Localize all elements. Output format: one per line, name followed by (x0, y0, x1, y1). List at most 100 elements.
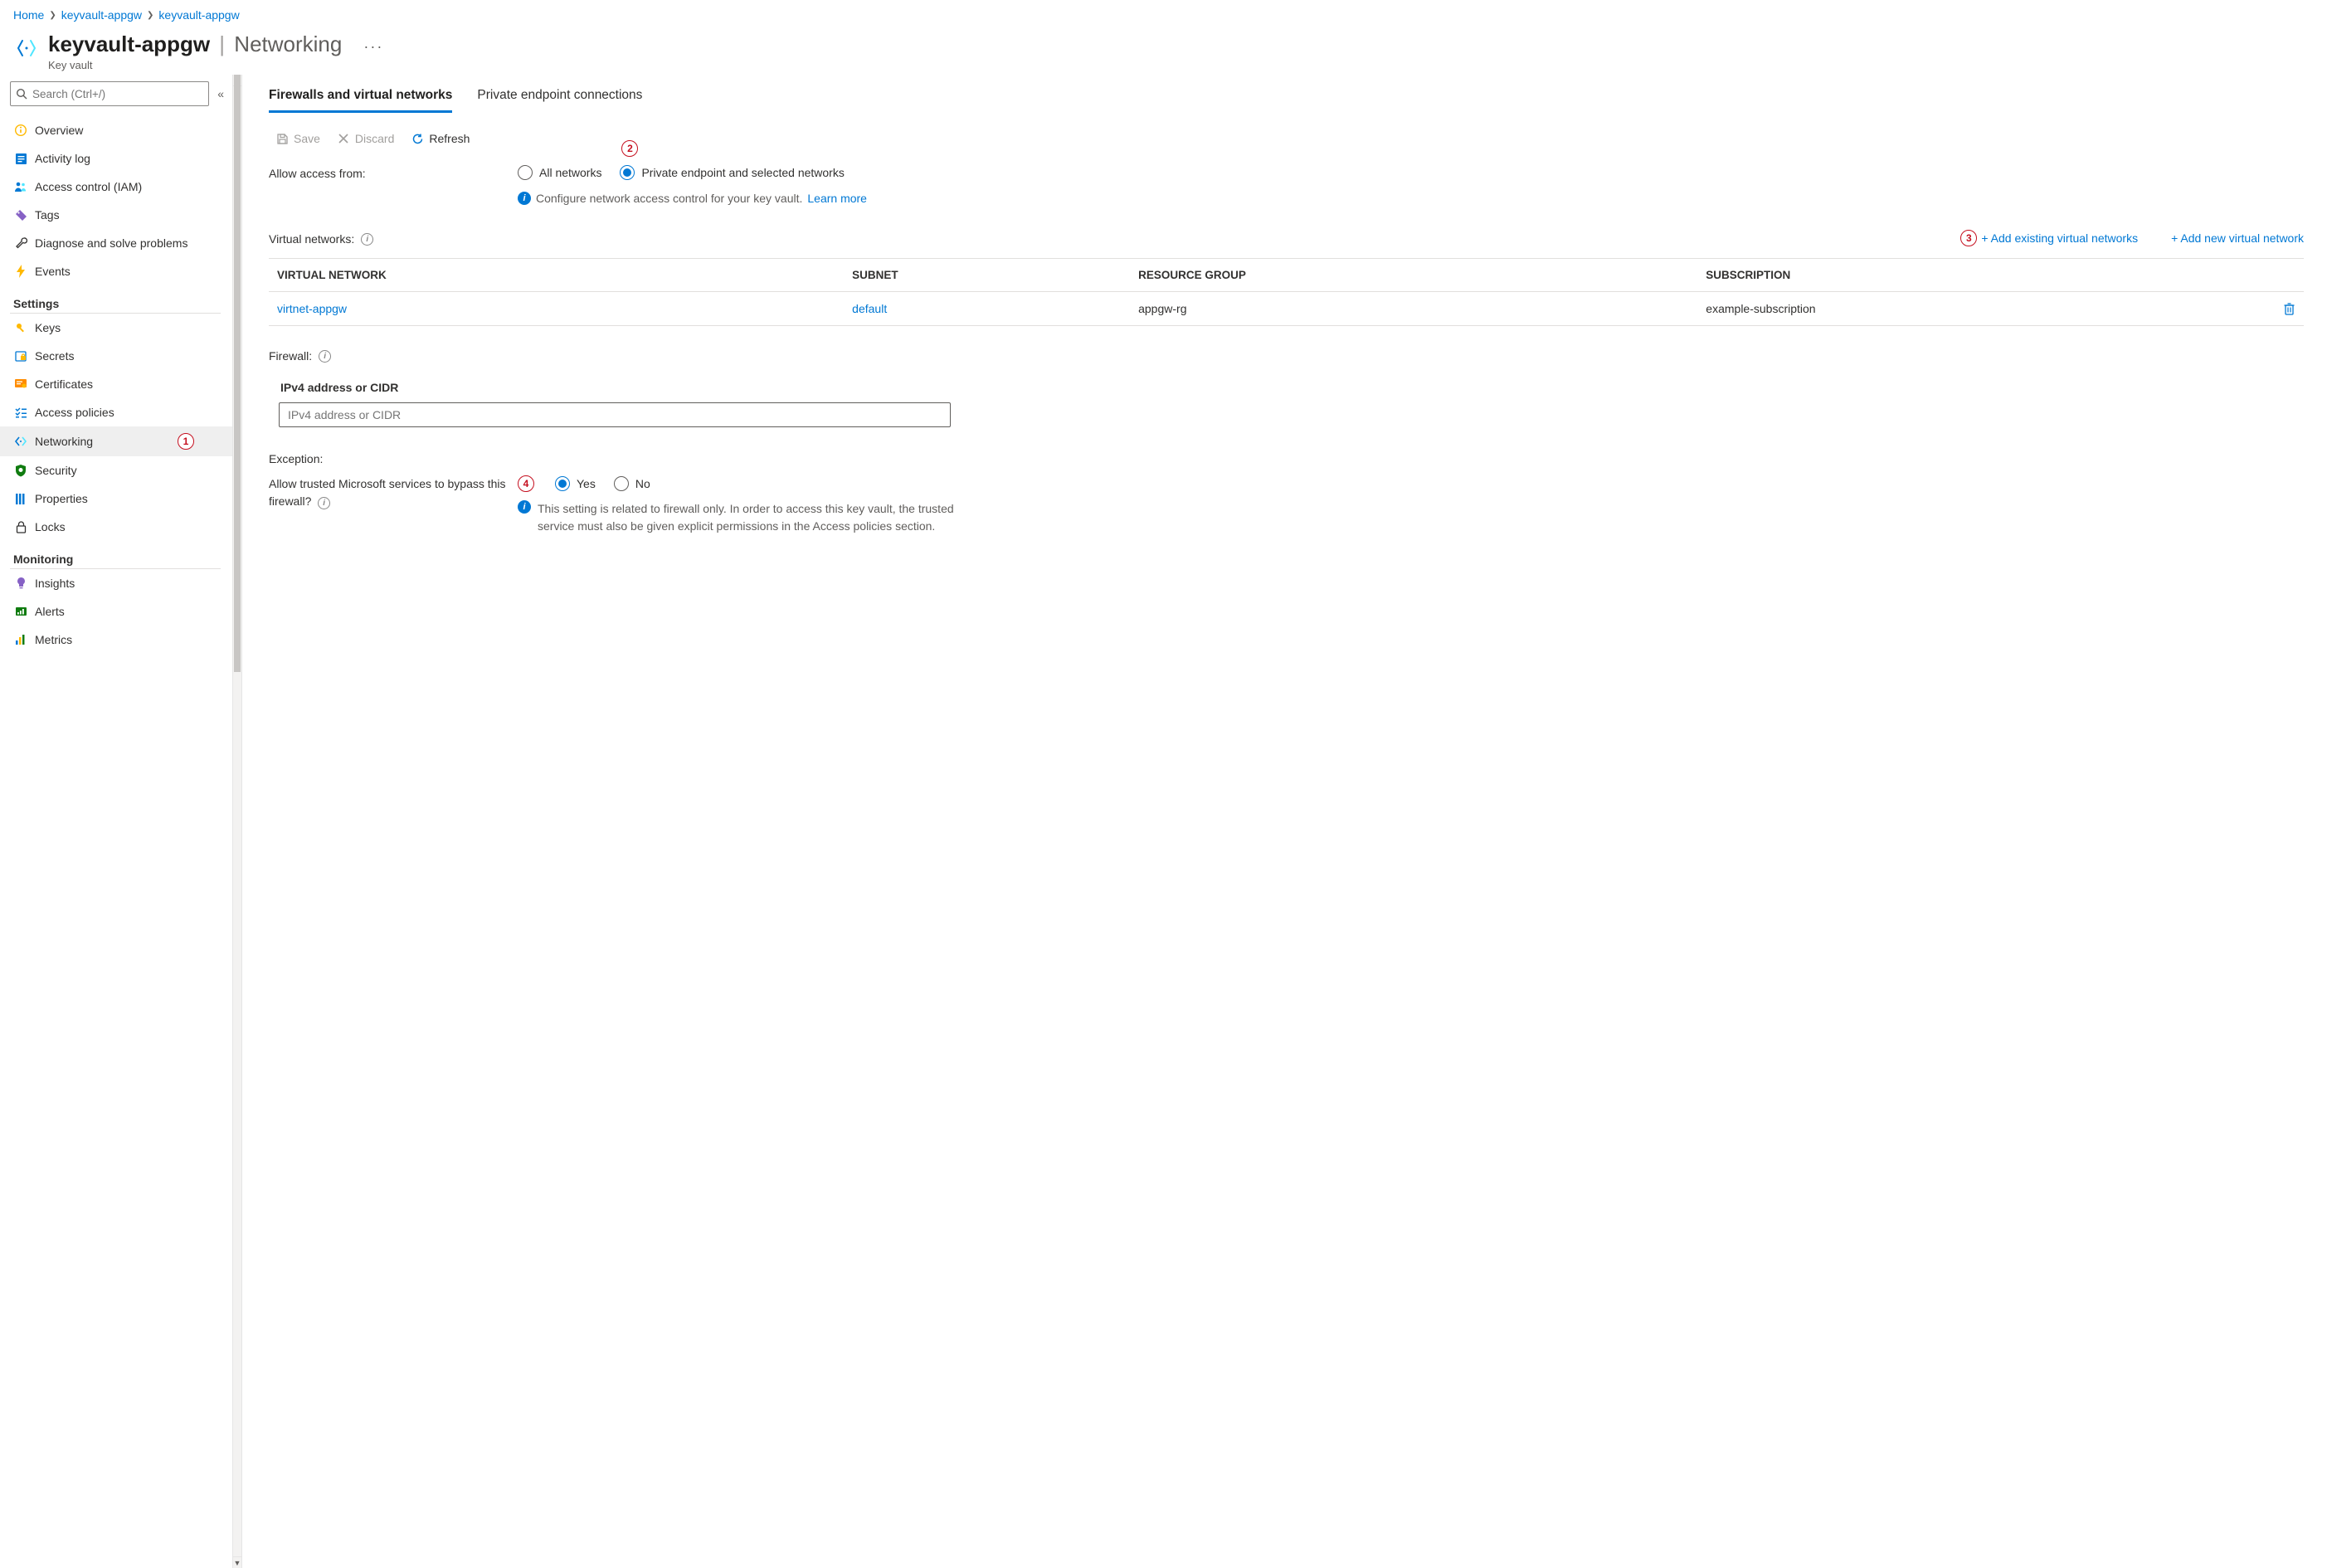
breadcrumb-item-1[interactable]: keyvault-appgw (61, 8, 142, 22)
sidebar-item-insights[interactable]: Insights (0, 569, 232, 597)
sidebar-item-networking[interactable]: Networking 1 (0, 426, 232, 456)
firewall-heading: Firewall: i (269, 349, 2304, 363)
cidr-input[interactable] (279, 402, 951, 427)
sidebar-item-activity-log[interactable]: Activity log (0, 144, 232, 173)
page-title-row: keyvault-appgw | Networking Key vault ··… (0, 27, 2327, 75)
sidebar-item-events[interactable]: Events (0, 257, 232, 285)
radio-icon (555, 476, 570, 491)
collapse-sidebar-button[interactable]: « (217, 87, 224, 100)
sidebar-item-label: Diagnose and solve problems (35, 236, 187, 250)
sidebar-item-diagnose[interactable]: Diagnose and solve problems (0, 229, 232, 257)
refresh-icon (411, 132, 424, 145)
info-circle-icon (13, 123, 28, 138)
breadcrumb: Home ❯ keyvault-appgw ❯ keyvault-appgw (0, 0, 2327, 27)
radio-bypass-yes[interactable]: Yes (555, 476, 596, 491)
sidebar-item-access-policies[interactable]: Access policies (0, 398, 232, 426)
sidebar-item-keys[interactable]: Keys (0, 314, 232, 342)
keyvault-brackets-icon (13, 35, 40, 61)
annotation-4: 4 (518, 475, 534, 492)
more-actions-button[interactable]: ··· (363, 38, 383, 56)
firewall-heading-text: Firewall: (269, 349, 312, 363)
lightning-icon (13, 264, 28, 279)
info-circle-icon[interactable]: i (319, 350, 331, 363)
add-new-vnet-link[interactable]: + Add new virtual network (2171, 231, 2304, 245)
metrics-icon (13, 632, 28, 647)
breadcrumb-home[interactable]: Home (13, 8, 44, 22)
sidebar-item-label: Certificates (35, 377, 93, 391)
sidebar-item-label: Events (35, 265, 71, 278)
main-panel: Firewalls and virtual networks Private e… (242, 75, 2327, 1568)
radio-selected-networks[interactable]: Private endpoint and selected networks (620, 165, 844, 180)
scroll-thumb[interactable] (234, 75, 241, 672)
tag-icon (13, 207, 28, 222)
discard-button[interactable]: Discard (337, 132, 394, 145)
search-input-container[interactable] (10, 81, 209, 106)
radio-icon (614, 476, 629, 491)
page-section: Networking (234, 32, 342, 56)
checklist-icon (13, 405, 28, 420)
col-subscription: SUBSCRIPTION (1697, 259, 2275, 292)
table-row: virtnet-appgw default appgw-rg example-s… (269, 292, 2304, 326)
close-icon (337, 132, 350, 145)
radio-icon (518, 165, 533, 180)
sidebar-item-tags[interactable]: Tags (0, 201, 232, 229)
radio-all-networks[interactable]: All networks (518, 165, 601, 180)
refresh-label: Refresh (429, 132, 470, 145)
sidebar-item-label: Security (35, 464, 77, 477)
sidebar-item-overview[interactable]: Overview (0, 116, 232, 144)
sidebar-item-label: Locks (35, 520, 66, 533)
page-subtitle: Key vault (48, 59, 342, 71)
people-icon (13, 179, 28, 194)
sub-cell: example-subscription (1697, 292, 2275, 326)
sidebar-item-metrics[interactable]: Metrics (0, 626, 232, 654)
info-circle-icon[interactable]: i (318, 497, 330, 509)
sidebar-item-locks[interactable]: Locks (0, 513, 232, 541)
annotation-3: 3 (1960, 230, 1977, 246)
key-icon (13, 320, 28, 335)
vnet-link[interactable]: virtnet-appgw (277, 302, 347, 315)
tabs: Firewalls and virtual networks Private e… (269, 83, 2304, 114)
virtual-networks-label: Virtual networks: i (269, 231, 373, 246)
search-input[interactable] (32, 88, 203, 100)
delete-row-button[interactable] (2275, 292, 2304, 326)
sidebar-item-alerts[interactable]: Alerts (0, 597, 232, 626)
sidebar-scrollbar[interactable]: ▲ ▼ (232, 75, 242, 1568)
save-button[interactable]: Save (275, 132, 320, 145)
allow-access-label: Allow access from: (269, 165, 518, 180)
bypass-question-text: Allow trusted Microsoft services to bypa… (269, 477, 506, 508)
sidebar-item-certificates[interactable]: Certificates (0, 370, 232, 398)
alerts-icon (13, 604, 28, 619)
info-text: Configure network access control for you… (536, 192, 802, 205)
breadcrumb-item-2[interactable]: keyvault-appgw (158, 8, 239, 22)
refresh-button[interactable]: Refresh (411, 132, 470, 145)
shield-icon (13, 463, 28, 478)
sidebar-item-access-control[interactable]: Access control (IAM) (0, 173, 232, 201)
radio-bypass-no[interactable]: No (614, 476, 650, 491)
chevron-right-icon: ❯ (147, 11, 153, 20)
sidebar-heading-monitoring: Monitoring (0, 541, 232, 568)
scroll-down-icon[interactable]: ▼ (233, 1556, 241, 1568)
sidebar-item-secrets[interactable]: Secrets (0, 342, 232, 370)
learn-more-link[interactable]: Learn more (807, 192, 867, 205)
search-icon (16, 88, 27, 100)
tab-firewalls[interactable]: Firewalls and virtual networks (269, 83, 452, 113)
sidebar-item-label: Secrets (35, 349, 74, 363)
sidebar-item-properties[interactable]: Properties (0, 485, 232, 513)
trash-icon (2283, 302, 2295, 315)
sidebar-item-label: Networking (35, 435, 93, 448)
certificate-icon (13, 377, 28, 392)
add-existing-vnet-link[interactable]: + Add existing virtual networks (1981, 231, 2138, 245)
wrench-icon (13, 236, 28, 251)
subnet-link[interactable]: default (852, 302, 887, 315)
info-circle-icon[interactable]: i (361, 233, 373, 246)
radio-icon (620, 165, 635, 180)
sidebar-item-security[interactable]: Security (0, 456, 232, 485)
sidebar-item-label: Keys (35, 321, 61, 334)
sidebar-item-label: Access control (IAM) (35, 180, 142, 193)
radio-label: No (635, 477, 650, 490)
sidebar-item-label: Tags (35, 208, 60, 222)
page-title: keyvault-appgw (48, 32, 210, 56)
rg-cell: appgw-rg (1130, 292, 1697, 326)
tab-private-endpoint[interactable]: Private endpoint connections (477, 83, 642, 113)
radio-label: All networks (539, 166, 601, 179)
